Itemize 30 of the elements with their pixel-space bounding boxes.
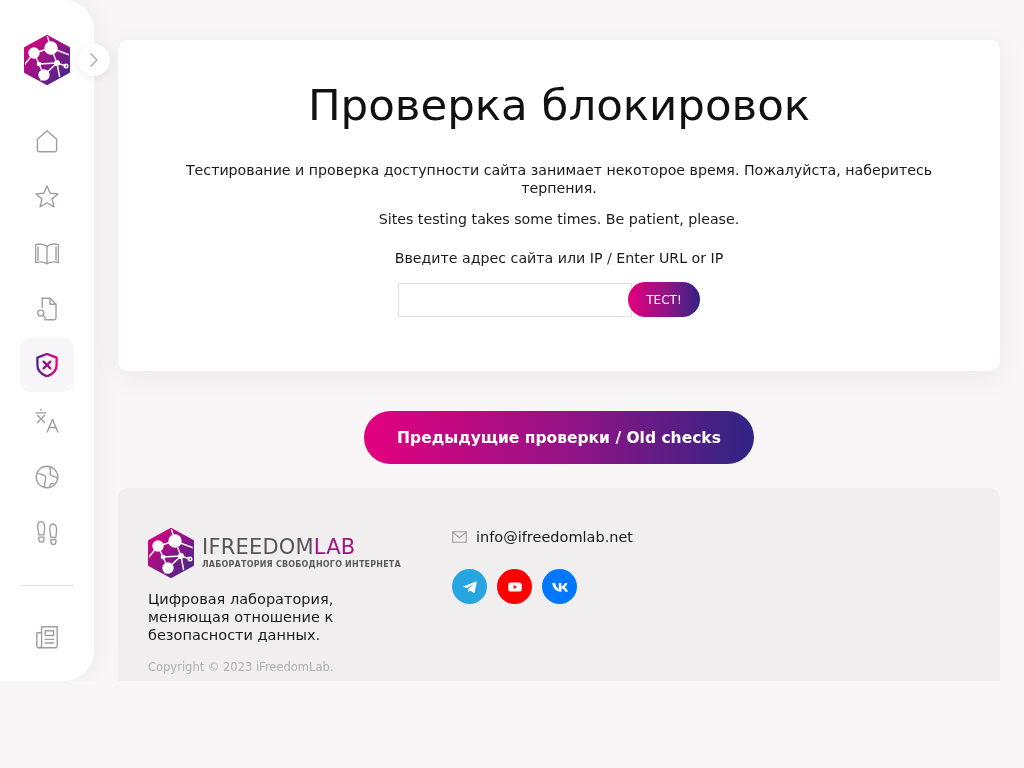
- newspaper-icon: [35, 625, 59, 649]
- shield-cross-icon: [35, 353, 59, 377]
- logo-icon[interactable]: [148, 528, 194, 578]
- footer-description: Цифровая лаборатория, меняющая отношение к безопасности данных.: [148, 590, 335, 644]
- paper-plane-icon[interactable]: [452, 569, 487, 604]
- play-button-icon[interactable]: [497, 569, 532, 604]
- star-icon: [35, 185, 59, 209]
- envelope-icon: [452, 531, 467, 543]
- url-input-field[interactable]: [398, 282, 632, 317]
- test-button[interactable]: ТЕСТ!: [628, 282, 700, 317]
- vk-logo-icon[interactable]: [542, 569, 577, 604]
- page-title: Проверка блокировок: [307, 80, 811, 130]
- old-checks-button[interactable]: Предыдущие проверки / Old checks: [364, 411, 754, 464]
- copyright-text: Copyright © 2023 iFreedomLab.: [148, 660, 335, 675]
- logo-tagline: ЛАБОРАТОРИЯ СВОБОДНОГО ИНТЕРНЕТА: [202, 560, 401, 570]
- footprints-icon: [35, 521, 59, 545]
- url-prompt: Введите адрес сайта или IP / Enter URL or IP: [394, 249, 724, 267]
- email-link[interactable]: info@ifreedomlab.net: [476, 528, 634, 546]
- sidebar-toggle-button[interactable]: [78, 44, 110, 76]
- open-book-icon: [35, 241, 59, 265]
- translate-icon: [35, 409, 59, 433]
- nav-item[interactable]: [20, 338, 74, 392]
- logo-wordmark: IFREEDOMLAB: [202, 536, 357, 559]
- document-search-icon: [35, 297, 59, 321]
- info-text: Sites testing takes some times. Be patient, please.: [378, 210, 740, 228]
- logo-icon[interactable]: [24, 35, 70, 85]
- chevron-right-icon: [90, 53, 98, 67]
- home-icon: [35, 129, 59, 153]
- globe-icon: [35, 465, 59, 489]
- info-text: Тестирование и проверка доступности сайта занимает некоторое время. Пожалуйста, наберитесь терпения.: [184, 161, 934, 197]
